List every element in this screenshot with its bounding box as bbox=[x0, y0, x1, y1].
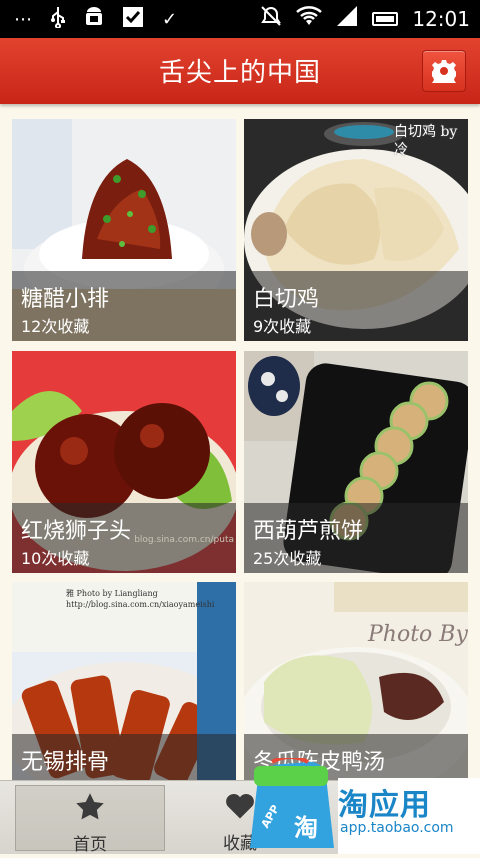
recipe-favorites: 9次收藏 bbox=[253, 317, 312, 336]
battery-icon bbox=[372, 11, 399, 26]
status-bar: ⋯ ✓ 12:01 bbox=[0, 0, 480, 38]
star-icon bbox=[76, 793, 104, 820]
recipe-caption: 西葫芦煎饼 25次收藏 bbox=[244, 503, 468, 573]
recipe-card[interactable]: 雅 Photo by Liangliang http://blog.sina.c… bbox=[12, 582, 236, 780]
taobao-brand: 淘应用 bbox=[338, 788, 431, 823]
taobao-url: app.taobao.com bbox=[340, 820, 454, 836]
photo-watermark: 雅 Photo by Liangliang http://blog.sina.c… bbox=[66, 589, 215, 609]
recipe-card[interactable]: blog.sina.com.cn/puta 红烧狮子头 10次收藏 bbox=[12, 351, 236, 573]
usb-icon bbox=[50, 6, 66, 33]
recipe-favorites: 12次收藏 bbox=[21, 317, 90, 336]
photo-watermark: blog.sina.com.cn/puta bbox=[134, 535, 234, 545]
recipe-name: 糖醋小排 bbox=[21, 287, 110, 312]
recipe-card[interactable]: 糖醋小排 12次收藏 bbox=[12, 119, 236, 341]
recipe-favorites: 25次收藏 bbox=[253, 549, 322, 568]
recipe-favorites: 10次收藏 bbox=[21, 549, 90, 568]
recipe-caption: 白切鸡 9次收藏 bbox=[244, 271, 468, 341]
recipe-card[interactable]: Photo By 冬瓜陈皮鸭汤 bbox=[244, 582, 468, 780]
gear-icon bbox=[432, 60, 456, 83]
menu-dots-icon: ⋯ bbox=[14, 9, 32, 30]
recipe-name: 西葫芦煎饼 bbox=[253, 519, 364, 544]
checkbox-icon bbox=[122, 6, 144, 33]
recipe-name: 红烧狮子头 bbox=[21, 519, 132, 544]
check-icon: ✓ bbox=[162, 9, 178, 30]
recipe-caption: 糖醋小排 12次收藏 bbox=[12, 271, 236, 341]
android-debug-icon bbox=[84, 6, 104, 33]
recipe-caption: 无锡排骨 bbox=[12, 734, 236, 780]
wifi-icon bbox=[296, 5, 323, 32]
tab-label: 首页 bbox=[73, 835, 107, 855]
app-bar: 舌尖上的中国 bbox=[0, 38, 480, 104]
recipe-name: 白切鸡 bbox=[253, 287, 320, 312]
settings-button[interactable] bbox=[422, 50, 466, 92]
signal-icon bbox=[336, 5, 358, 32]
recipe-name: 无锡排骨 bbox=[21, 750, 110, 775]
photo-watermark: 白切鸡 by 冷 bbox=[394, 124, 458, 158]
alarm-off-icon bbox=[260, 5, 282, 32]
tab-home[interactable]: 首页 bbox=[15, 785, 165, 855]
recipe-card[interactable]: 西葫芦煎饼 25次收藏 bbox=[244, 351, 468, 573]
app-title: 舌尖上的中国 bbox=[158, 58, 321, 88]
photo-watermark: Photo By bbox=[368, 622, 468, 647]
bag-char: 淘 bbox=[294, 814, 318, 842]
clock: 12:01 bbox=[412, 6, 470, 31]
recipe-card[interactable]: 白切鸡 by 冷 白切鸡 9次收藏 bbox=[244, 119, 468, 341]
